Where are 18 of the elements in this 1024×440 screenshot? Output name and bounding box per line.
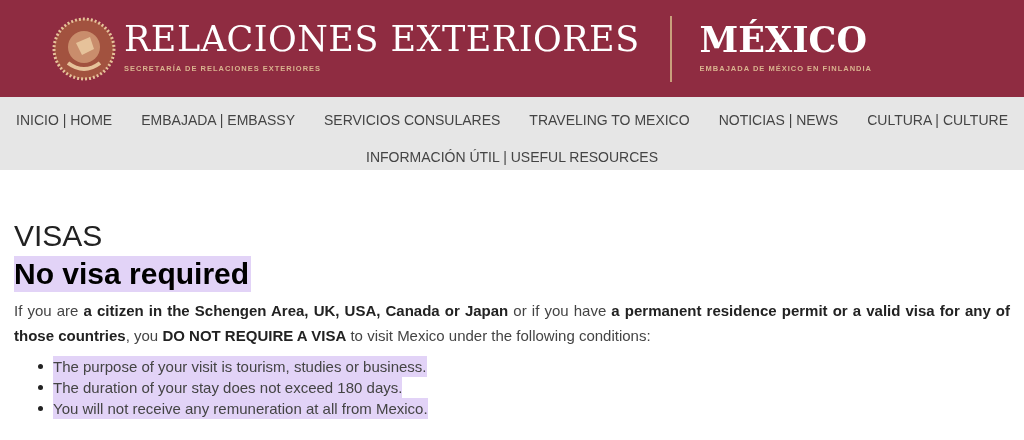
page-title: VISAS xyxy=(14,218,104,254)
nav-link[interactable]: CULTURA | CULTURE xyxy=(852,102,1023,139)
intro-paragraph: If you are a citizen in the Schengen Area, UK, USA, Canada or Japan or if you have a permanent residence permit or a valid visa for any of those countries, you DO NOT REQUIRE A VISA to visit Mexico under the following conditions: xyxy=(14,301,1010,346)
list-item: The duration of your stay does not exceed 180 days. xyxy=(53,377,403,398)
site-title: RELACIONES EXTERIORES xyxy=(124,22,640,58)
bullet-icon xyxy=(38,406,43,411)
seal-icon xyxy=(52,16,116,81)
nav-link[interactable]: NOTICIAS | NEWS xyxy=(704,102,853,139)
section-heading: No visa required xyxy=(14,256,252,292)
nav-link[interactable]: EMBAJADA | EMBASSY xyxy=(126,102,310,139)
nav-link[interactable]: TRAVELING TO MEXICO xyxy=(514,102,705,139)
nav-link[interactable]: INFORMACIÓN ÚTIL | USEFUL RESOURCES xyxy=(351,139,673,176)
list-item: You will not receive any remuneration at all from Mexico. xyxy=(53,398,428,419)
nav-link[interactable]: INICIO | HOME xyxy=(1,102,127,139)
bullet-icon xyxy=(38,364,43,369)
list-item: The purpose of your visit is tourism, studies or business. xyxy=(53,356,427,377)
bullet-icon xyxy=(38,385,43,390)
nav-link[interactable]: SERVICIOS CONSULARES xyxy=(309,102,515,139)
